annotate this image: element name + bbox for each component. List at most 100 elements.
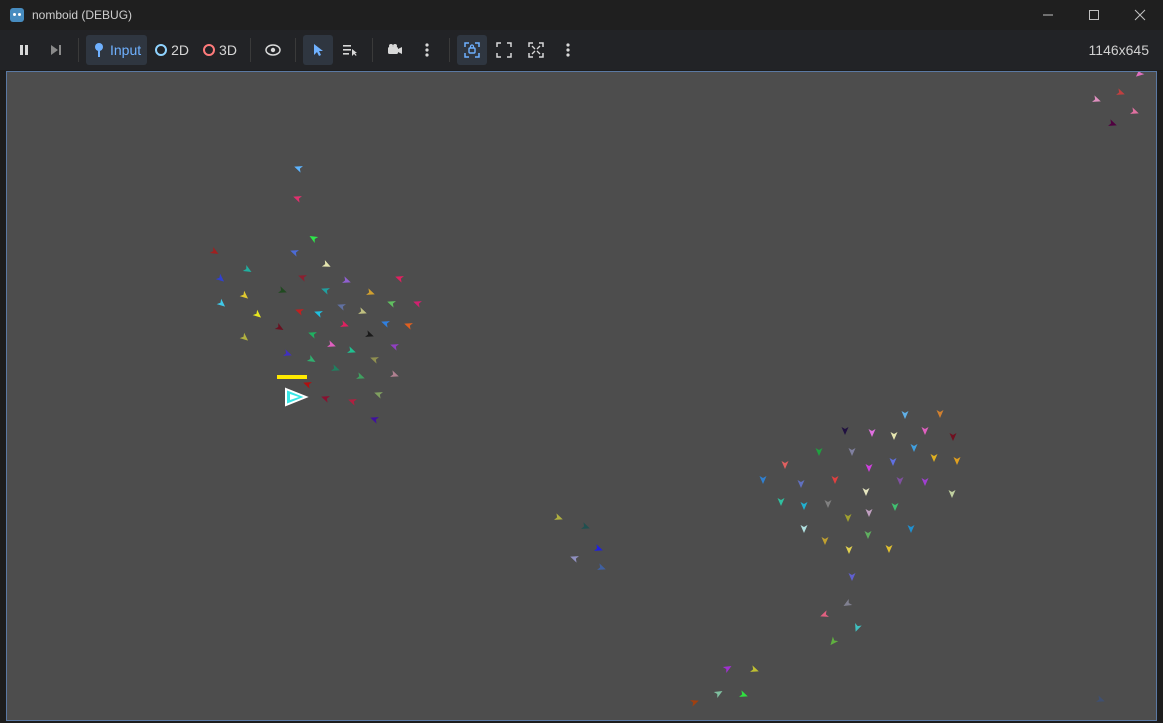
maximize-icon — [1089, 10, 1099, 20]
boid — [370, 417, 379, 424]
boid — [597, 563, 606, 570]
boid — [1092, 95, 1101, 102]
close-icon — [1134, 9, 1146, 21]
boid — [594, 544, 603, 551]
kebab-menu-icon — [425, 43, 429, 57]
boid — [868, 429, 876, 437]
boid — [306, 354, 316, 362]
boid — [347, 346, 356, 353]
keep-aspect-button[interactable] — [521, 35, 551, 65]
boid — [321, 396, 330, 403]
boid — [713, 691, 723, 699]
minimize-button[interactable] — [1025, 0, 1071, 30]
boid — [910, 444, 918, 452]
boid — [930, 454, 938, 462]
boid — [864, 531, 872, 539]
boid — [274, 322, 284, 330]
camera-options-button[interactable] — [412, 35, 442, 65]
game-canvas — [209, 72, 1145, 707]
boid — [358, 307, 367, 314]
boid — [321, 260, 331, 267]
toolbar-divider — [448, 38, 450, 62]
fullscreen-button[interactable] — [489, 35, 519, 65]
boid — [303, 382, 312, 389]
boid — [216, 298, 226, 307]
cursor-arrow-icon — [313, 44, 323, 56]
boid — [239, 332, 249, 341]
boid — [252, 309, 262, 318]
boid — [901, 411, 909, 419]
boid — [815, 448, 823, 456]
boid — [327, 340, 336, 347]
boid — [356, 372, 365, 379]
boid — [314, 311, 323, 318]
boid — [365, 330, 374, 337]
boid — [348, 399, 357, 406]
boid — [1116, 88, 1125, 95]
embed-window-button[interactable] — [456, 35, 487, 65]
boid — [821, 537, 829, 545]
3d-mode-button[interactable]: 3D — [197, 35, 243, 65]
2d-mode-button[interactable]: 2D — [149, 35, 195, 65]
expand-icon — [496, 42, 512, 58]
boid — [295, 309, 304, 316]
boid — [896, 477, 904, 485]
embed-options-button[interactable] — [553, 35, 583, 65]
title-bar: nomboid (DEBUG) — [0, 0, 1163, 30]
embed-icon — [464, 42, 480, 58]
kebab-menu-icon — [566, 43, 570, 57]
godot-app-icon — [10, 8, 24, 22]
boid — [337, 304, 346, 311]
list-select-button[interactable] — [335, 35, 365, 65]
boid — [759, 476, 767, 484]
visibility-button[interactable] — [258, 35, 288, 65]
boid — [581, 522, 590, 529]
boid — [554, 513, 563, 520]
boid — [290, 250, 299, 257]
boid — [1135, 72, 1145, 77]
pause-icon — [20, 45, 28, 55]
boid — [570, 556, 579, 563]
boid — [1130, 107, 1139, 114]
boid — [390, 344, 399, 351]
next-frame-button[interactable] — [41, 35, 71, 65]
3d-mode-label: 3D — [219, 42, 237, 58]
close-button[interactable] — [1117, 0, 1163, 30]
boid — [293, 196, 302, 203]
game-viewport[interactable] — [6, 71, 1157, 721]
boid — [936, 410, 944, 418]
boid — [395, 276, 404, 283]
boid — [800, 502, 808, 510]
boid — [907, 525, 915, 533]
boid — [390, 370, 399, 377]
3d-circle-icon — [203, 44, 216, 56]
list-cursor-icon — [342, 45, 357, 56]
boid — [948, 490, 956, 498]
2d-circle-icon — [155, 44, 168, 56]
camera-button[interactable] — [380, 35, 410, 65]
boid — [294, 166, 303, 173]
boid — [797, 480, 805, 488]
window-controls — [1025, 0, 1163, 30]
boid — [750, 665, 759, 672]
boid — [209, 246, 219, 254]
toolbar-divider — [371, 38, 373, 62]
boid — [413, 301, 422, 308]
boid — [845, 546, 853, 554]
boid — [848, 573, 856, 581]
boid — [890, 432, 898, 440]
select-tool-button[interactable] — [302, 35, 333, 65]
boid — [830, 636, 839, 646]
boid — [855, 623, 862, 632]
boid — [843, 598, 853, 606]
boid — [891, 503, 899, 511]
boid — [781, 461, 789, 469]
input-mode-button[interactable]: Input — [86, 35, 148, 65]
boid — [865, 509, 873, 517]
boid — [331, 364, 340, 371]
pause-button[interactable] — [9, 35, 39, 65]
minimize-icon — [1043, 14, 1053, 16]
maximize-button[interactable] — [1071, 0, 1117, 30]
boid-layer — [209, 72, 1145, 707]
boid — [824, 500, 832, 508]
